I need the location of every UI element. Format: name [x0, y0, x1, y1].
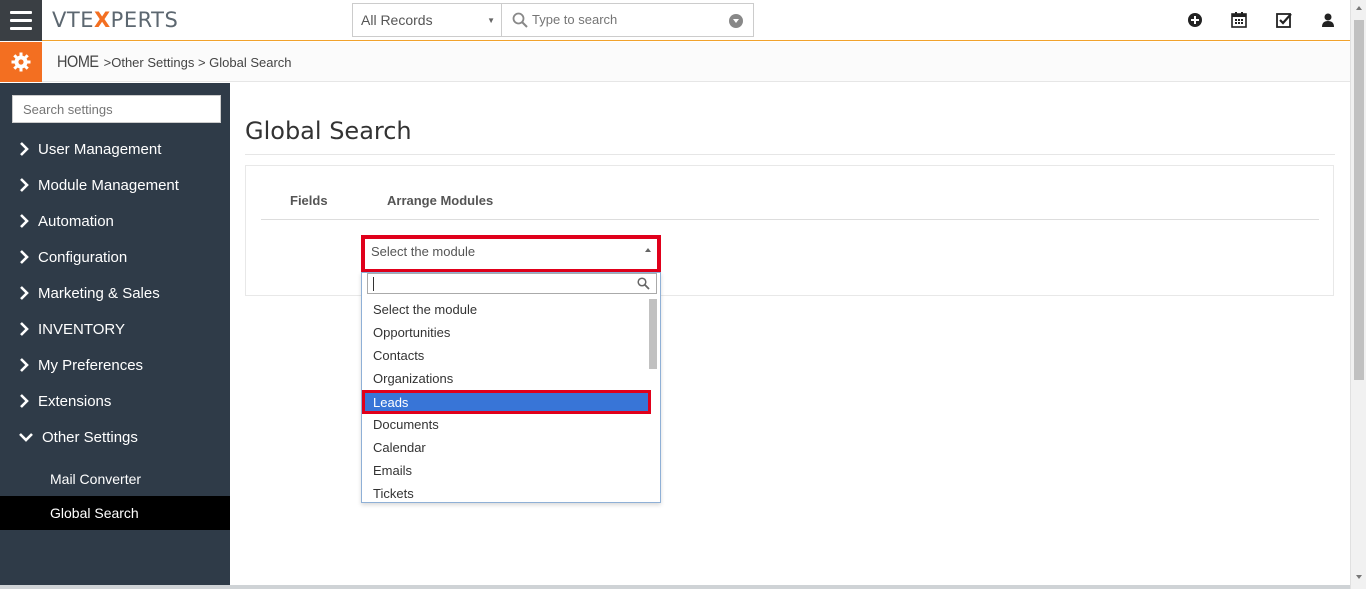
chevron-down-icon	[0, 432, 42, 442]
tab-arrange-modules[interactable]: Arrange Modules	[387, 193, 493, 208]
chevron-right-icon	[0, 322, 38, 336]
breadcrumb-home[interactable]: HOME	[57, 52, 99, 72]
caret-up-icon	[645, 248, 651, 252]
module-dropdown: Select the module Opportunities Contacts…	[361, 272, 661, 503]
checkbox-icon[interactable]	[1275, 11, 1293, 29]
scrollbar-thumb[interactable]	[1354, 20, 1364, 380]
chevron-right-icon	[0, 250, 38, 264]
sidebar-item-extensions[interactable]: Extensions	[0, 384, 230, 418]
option-opportunities[interactable]: Opportunities	[362, 321, 648, 344]
global-search-input[interactable]	[532, 12, 722, 27]
settings-sidebar: User Management Module Management Automa…	[0, 83, 230, 589]
option-tickets[interactable]: Tickets	[362, 482, 648, 502]
settings-search-input[interactable]	[12, 95, 221, 123]
search-icon	[637, 277, 650, 290]
tab-fields[interactable]: Fields	[290, 193, 328, 208]
option-emails[interactable]: Emails	[362, 459, 648, 482]
chevron-down-icon[interactable]	[729, 14, 743, 28]
bottom-bar	[0, 585, 1350, 589]
chevron-right-icon	[0, 394, 38, 408]
sidebar-item-inventory[interactable]: INVENTORY	[0, 312, 230, 346]
sidebar-subitem-mail-converter[interactable]: Mail Converter	[0, 462, 230, 496]
caret-down-icon: ▼	[487, 16, 495, 25]
divider	[261, 219, 1319, 220]
breadcrumb: HOME >Other Settings > Global Search	[57, 52, 292, 72]
chevron-right-icon	[0, 178, 38, 192]
sidebar-item-my-preferences[interactable]: My Preferences	[0, 348, 230, 382]
sidebar-item-module-management[interactable]: Module Management	[0, 168, 230, 202]
search-icon	[512, 12, 528, 28]
option-organizations[interactable]: Organizations	[362, 367, 648, 390]
chevron-right-icon	[0, 286, 38, 300]
text-cursor	[373, 277, 374, 291]
chevron-right-icon	[0, 358, 38, 372]
sidebar-item-marketing-sales[interactable]: Marketing & Sales	[0, 276, 230, 310]
option-documents[interactable]: Documents	[362, 413, 648, 436]
sidebar-item-other-settings[interactable]: Other Settings	[0, 420, 230, 454]
records-select[interactable]: All Records ▼	[352, 3, 502, 37]
option-select-the-module[interactable]: Select the module	[362, 298, 648, 321]
page-scrollbar[interactable]	[1350, 0, 1366, 589]
option-calendar[interactable]: Calendar	[362, 436, 648, 459]
plus-circle-icon[interactable]	[1186, 11, 1204, 29]
global-search-box[interactable]	[502, 3, 754, 37]
chevron-right-icon	[0, 142, 38, 156]
page-title: Global Search	[245, 117, 412, 145]
sidebar-item-user-management[interactable]: User Management	[0, 132, 230, 166]
sidebar-item-automation[interactable]: Automation	[0, 204, 230, 238]
top-header: VTEXPERTS All Records ▼	[0, 0, 1350, 41]
scroll-up-icon[interactable]	[1356, 6, 1362, 10]
scroll-down-icon[interactable]	[1356, 575, 1362, 579]
module-select[interactable]: Select the module	[361, 235, 661, 273]
logo[interactable]: VTEXPERTS	[52, 8, 178, 32]
divider	[245, 154, 1335, 155]
breadcrumb-bar: HOME >Other Settings > Global Search	[0, 42, 1350, 82]
breadcrumb-other-settings[interactable]: Other Settings	[111, 55, 194, 70]
calendar-icon[interactable]	[1230, 11, 1248, 29]
dropdown-scrollbar[interactable]	[649, 299, 657, 369]
dropdown-search-input[interactable]	[367, 273, 657, 294]
sidebar-item-configuration[interactable]: Configuration	[0, 240, 230, 274]
menu-icon[interactable]	[0, 0, 42, 41]
breadcrumb-global-search: Global Search	[209, 55, 292, 70]
option-leads[interactable]: Leads	[362, 390, 651, 414]
user-icon[interactable]	[1319, 11, 1337, 29]
settings-button[interactable]	[0, 42, 42, 82]
chevron-right-icon	[0, 214, 38, 228]
sidebar-subitem-global-search[interactable]: Global Search	[0, 496, 230, 530]
option-contacts[interactable]: Contacts	[362, 344, 648, 367]
gear-icon	[11, 52, 31, 72]
